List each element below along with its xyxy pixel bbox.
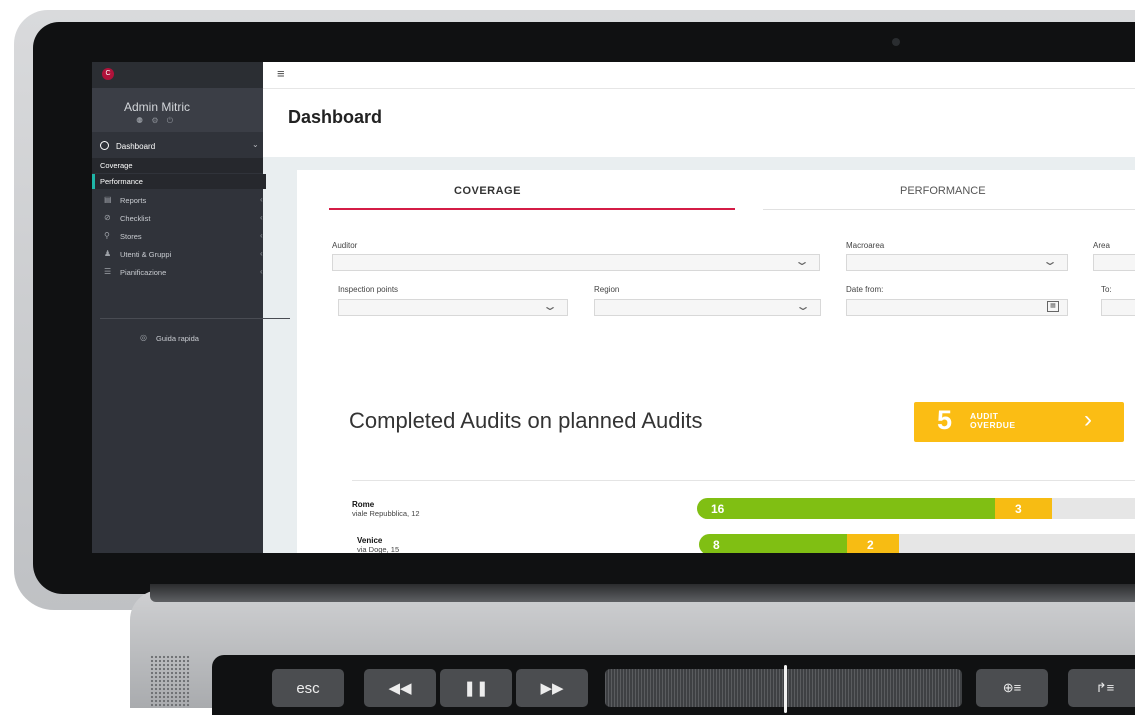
inspection-points-label: Inspection points — [338, 285, 399, 294]
share-list-icon[interactable]: ↱≡ — [1068, 669, 1135, 707]
forward-icon[interactable]: ▶▶ — [516, 669, 588, 707]
touch-bar: esc ◀◀ ❚❚ ▶▶ ⊕≡ ↱≡ — [212, 655, 1135, 715]
page-title: Dashboard — [288, 107, 383, 127]
table-icon: ▤ — [104, 195, 112, 204]
store-row[interactable]: Venice via Doge, 15 8 2 — [297, 534, 1135, 553]
laptop-hinge — [150, 584, 1135, 602]
scrubber-thumb[interactable] — [784, 665, 787, 713]
sidebar-item-label: Checklist — [120, 214, 151, 223]
sidebar: Admin Mitric ⚉ ⚙ ⏻ Dashboard ⌄ Coverage … — [92, 88, 290, 553]
chevron-right-icon: › — [1084, 406, 1092, 433]
help-icon: ◎ — [140, 333, 147, 342]
check-icon: ⊘ — [104, 213, 111, 222]
sidebar-subitem-label: Coverage — [100, 161, 133, 170]
macroarea-label: Macroarea — [846, 241, 885, 250]
sidebar-subitem-performance[interactable]: Performance — [92, 174, 266, 189]
playback-scrubber[interactable] — [605, 665, 962, 713]
rewind-icon[interactable]: ◀◀ — [364, 669, 436, 707]
macroarea-select[interactable]: ⌄ — [846, 254, 1068, 271]
pause-icon[interactable]: ❚❚ — [440, 669, 512, 707]
sidebar-item-label: Dashboard — [116, 142, 156, 151]
page-header: Dashboard — [263, 89, 1135, 157]
sidebar-item-label: Reports — [120, 196, 147, 205]
list-icon: ☰ — [104, 267, 112, 276]
sidebar-divider — [100, 318, 290, 319]
active-tab-indicator — [329, 208, 735, 210]
sidebar-item-reports[interactable]: ▤ Reports ‹ — [92, 192, 263, 210]
sidebar-item-guida-rapida[interactable]: ◎ Guida rapida — [92, 330, 263, 348]
sidebar-top: C — [92, 62, 263, 88]
chevron-left-icon: ‹ — [260, 249, 263, 258]
area-select[interactable] — [1093, 254, 1135, 271]
speaker-grille — [150, 655, 190, 708]
store-row[interactable]: Rome viale Repubblica, 12 16 3 — [297, 498, 1135, 534]
user-block: Admin Mitric ⚉ ⚙ ⏻ — [92, 88, 263, 132]
sidebar-item-label: Stores — [120, 232, 142, 241]
store-address: via Doge, 15 — [357, 545, 400, 553]
audit-progress-bar: 82 — [699, 534, 1135, 553]
store-city: Rome — [352, 500, 375, 509]
overdue-count: 5 — [937, 405, 953, 435]
overdue-label: AUDIT OVERDUE — [970, 412, 1016, 430]
chevron-down-icon: ⌄ — [252, 140, 259, 149]
chevron-left-icon: ‹ — [260, 231, 263, 240]
dashboard-card: COVERAGE PERFORMANCE Auditor ⌄ Macroarea… — [297, 170, 1135, 553]
date-to-input[interactable] — [1101, 299, 1135, 316]
user-actions-icon[interactable]: ⚉ ⚙ ⏻ — [136, 116, 176, 126]
store-address: viale Repubblica, 12 — [352, 509, 420, 518]
inspection-points-select[interactable]: ⌄ — [338, 299, 568, 316]
chevron-left-icon: ‹ — [260, 213, 263, 222]
chevron-down-icon: ⌄ — [541, 299, 559, 313]
region-label: Region — [594, 285, 620, 294]
area-label: Area — [1093, 241, 1110, 250]
date-from-label: Date from: — [846, 285, 884, 294]
location-icon: ⚲ — [104, 231, 110, 240]
user-icon: ♟ — [104, 249, 112, 258]
tab-performance[interactable]: PERFORMANCE — [900, 185, 986, 197]
sidebar-item-dashboard[interactable]: Dashboard ⌄ — [92, 138, 263, 156]
chevron-left-icon: ‹ — [260, 195, 263, 204]
chevron-down-icon: ⌄ — [794, 299, 812, 313]
chevron-left-icon: ‹ — [260, 267, 263, 276]
tab-divider — [763, 209, 1135, 210]
region-select[interactable]: ⌄ — [594, 299, 821, 316]
completed-segment: 16 — [697, 498, 995, 519]
user-name: Admin Mitric — [124, 100, 191, 114]
sidebar-item-utenti-gruppi[interactable]: ♟ Utenti & Gruppi ‹ — [92, 246, 263, 264]
tab-coverage[interactable]: COVERAGE — [454, 185, 521, 197]
chevron-down-icon: ⌄ — [1041, 254, 1059, 268]
section-divider — [352, 480, 1135, 481]
auditor-label: Auditor — [332, 241, 358, 250]
sidebar-item-label: Pianificazione — [120, 268, 167, 277]
pending-segment: 3 — [995, 498, 1052, 519]
date-from-input[interactable]: ▦ — [846, 299, 1068, 316]
add-to-list-icon[interactable]: ⊕≡ — [976, 669, 1048, 707]
completed-segment: 8 — [699, 534, 847, 553]
camera — [892, 38, 900, 46]
overdue-label-line2: OVERDUE — [970, 420, 1016, 430]
calendar-icon[interactable]: ▦ — [1047, 301, 1059, 312]
pending-segment: 2 — [847, 534, 899, 553]
chevron-down-icon: ⌄ — [793, 254, 811, 268]
app-screen: C Admin Mitric ⚉ ⚙ ⏻ Dashboard ⌄ Coverag… — [92, 62, 1135, 553]
audit-overdue-badge[interactable]: 5 AUDIT OVERDUE › — [914, 402, 1124, 442]
store-city: Venice — [357, 536, 383, 545]
sidebar-subitem-coverage[interactable]: Coverage — [92, 158, 263, 173]
date-to-label: To: — [1101, 285, 1112, 294]
auditor-select[interactable]: ⌄ — [332, 254, 820, 271]
sidebar-item-pianificazione[interactable]: ☰ Pianificazione ‹ — [92, 264, 263, 282]
app-logo[interactable]: C — [102, 68, 114, 80]
sidebar-item-checklist[interactable]: ⊘ Checklist ‹ — [92, 210, 263, 228]
summary-heading: Completed Audits on planned Audits — [349, 408, 703, 433]
dashboard-icon — [100, 141, 109, 150]
sidebar-item-label: Utenti & Gruppi — [120, 250, 172, 259]
sidebar-subitem-label: Performance — [100, 177, 143, 186]
menu-icon[interactable]: ≡ — [277, 67, 285, 80]
esc-key[interactable]: esc — [272, 669, 344, 707]
sidebar-item-stores[interactable]: ⚲ Stores ‹ — [92, 228, 263, 246]
top-bar: ≡ — [263, 62, 1135, 89]
audit-progress-bar: 16 3 — [697, 498, 1135, 519]
sidebar-item-label: Guida rapida — [156, 334, 199, 343]
